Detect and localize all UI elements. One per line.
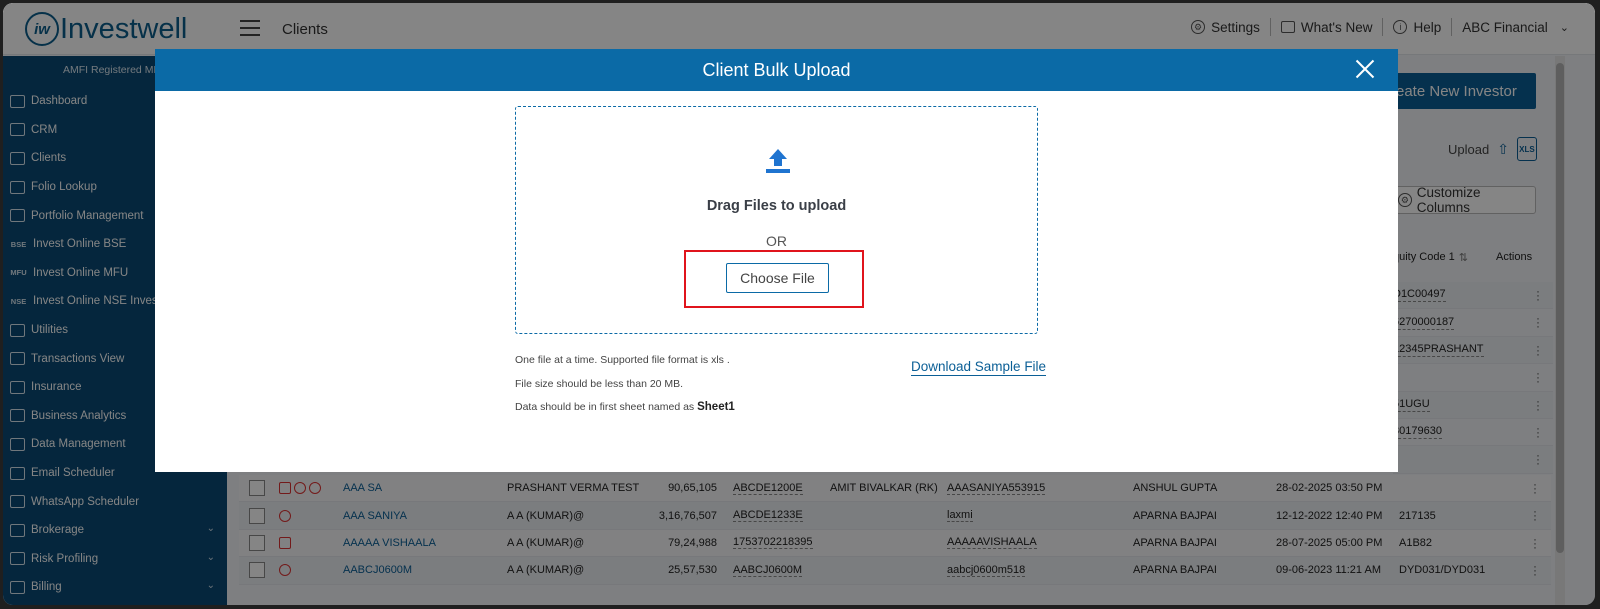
client-bulk-upload-modal: Client Bulk Upload Drag Files to upload …: [155, 49, 1398, 472]
note-file-format: One file at a time. Supported file forma…: [515, 354, 730, 366]
note-sheet-prefix: Data should be in first sheet named as: [515, 401, 698, 413]
modal-title: Client Bulk Upload: [702, 59, 851, 80]
download-sample-file-link[interactable]: Download Sample File: [911, 359, 1047, 376]
drag-files-text: Drag Files to upload: [706, 198, 847, 214]
app-window: iw Investwell Clients ⚙ Settings What's …: [3, 3, 1595, 605]
upload-notes: One file at a time. Supported file forma…: [515, 354, 735, 425]
file-dropzone[interactable]: Drag Files to upload OR Choose File: [515, 106, 1038, 334]
close-icon[interactable]: [1354, 58, 1376, 80]
modal-header: Client Bulk Upload: [155, 49, 1398, 91]
note-sheet-name: Data should be in first sheet named as S…: [515, 401, 735, 425]
or-separator: OR: [766, 233, 787, 249]
sheet-name: Sheet1: [697, 401, 735, 413]
note-file-size: File size should be less than 20 MB.: [515, 377, 684, 390]
choose-file-button[interactable]: Choose File: [726, 263, 829, 293]
upload-arrow-icon: [766, 149, 790, 173]
